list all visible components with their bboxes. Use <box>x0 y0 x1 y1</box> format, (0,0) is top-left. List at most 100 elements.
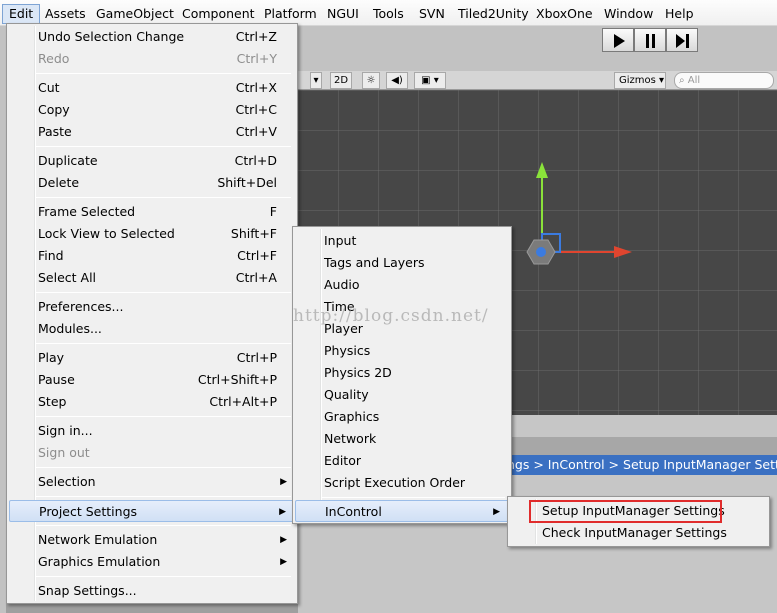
menu-item-input[interactable]: Input <box>295 230 509 252</box>
menu-item-graphics[interactable]: Graphics <box>295 406 509 428</box>
redo-label: Redo <box>38 51 70 66</box>
network-label: Network <box>324 431 377 446</box>
menu-item-frame-selected[interactable]: Frame Selected F <box>9 201 295 223</box>
effects-dropdown-icon[interactable]: ▣ ▾ <box>414 72 446 89</box>
menu-item-cut[interactable]: Cut Ctrl+X <box>9 77 295 99</box>
scene-toolbar: ▾ 2D ☼ ◀) ▣ ▾ Gizmos ▾ ⌕ All <box>298 71 777 90</box>
menu-item-network-emulation[interactable]: Network Emulation ▶ <box>9 529 295 551</box>
menu-item-preferences[interactable]: Preferences... <box>9 296 295 318</box>
select-all-label: Select All <box>38 270 97 285</box>
submenu-arrow-icon: ▶ <box>279 507 286 517</box>
menu-item-find[interactable]: Find Ctrl+F <box>9 245 295 267</box>
menu-item-check-inputmanager[interactable]: Check InputManager Settings <box>510 522 767 544</box>
lighting-toggle-icon[interactable]: ☼ <box>362 72 380 89</box>
menu-item-duplicate[interactable]: Duplicate Ctrl+D <box>9 150 295 172</box>
y-axis-arrow-icon <box>536 162 548 178</box>
editor-label: Editor <box>324 453 361 468</box>
submenu-arrow-icon: ▶ <box>493 507 500 517</box>
menu-item-network[interactable]: Network <box>295 428 509 450</box>
sign-in-label: Sign in... <box>38 423 93 438</box>
script-execution-order-label: Script Execution Order <box>324 475 466 490</box>
menu-separator <box>36 525 291 526</box>
menu-separator <box>36 292 291 293</box>
menu-edit[interactable]: Edit <box>2 4 41 24</box>
menu-item-sign-out[interactable]: Sign out <box>9 442 295 464</box>
menu-item-play[interactable]: Play Ctrl+P <box>9 347 295 369</box>
audio-toggle-icon[interactable]: ◀) <box>386 72 408 89</box>
menu-item-sign-in[interactable]: Sign in... <box>9 420 295 442</box>
step-shortcut: Ctrl+Alt+P <box>209 394 277 409</box>
menu-help[interactable]: Help <box>659 4 700 24</box>
menu-item-delete[interactable]: Delete Shift+Del <box>9 172 295 194</box>
menu-item-physics-2d[interactable]: Physics 2D <box>295 362 509 384</box>
project-settings-menu: Input Tags and Layers Audio Time Player … <box>292 226 512 524</box>
snap-settings-label: Snap Settings... <box>38 583 137 598</box>
menu-separator <box>322 497 505 498</box>
network-emulation-label: Network Emulation <box>38 532 158 547</box>
menu-separator <box>36 496 291 497</box>
submenu-arrow-icon: ▶ <box>280 557 287 567</box>
play-button[interactable] <box>602 28 634 52</box>
menu-assets[interactable]: Assets <box>39 4 92 24</box>
graphics-label: Graphics <box>324 409 380 424</box>
menu-item-snap-settings[interactable]: Snap Settings... <box>9 580 295 602</box>
scene-search-input[interactable]: ⌕ All <box>674 72 774 89</box>
menu-separator <box>36 467 291 468</box>
menu-item-step[interactable]: Step Ctrl+Alt+P <box>9 391 295 413</box>
play-icon <box>614 34 625 48</box>
menu-item-audio[interactable]: Audio <box>295 274 509 296</box>
menu-platform[interactable]: Platform <box>258 4 323 24</box>
preferences-label: Preferences... <box>38 299 124 314</box>
menu-item-tags-and-layers[interactable]: Tags and Layers <box>295 252 509 274</box>
menu-xboxone[interactable]: XboxOne <box>530 4 599 24</box>
graphics-emulation-label: Graphics Emulation <box>38 554 161 569</box>
gizmos-dropdown[interactable]: Gizmos ▾ <box>614 72 666 89</box>
menu-item-lock-view[interactable]: Lock View to Selected Shift+F <box>9 223 295 245</box>
delete-shortcut: Shift+Del <box>217 175 277 190</box>
select-all-shortcut: Ctrl+A <box>235 270 277 285</box>
menu-item-physics[interactable]: Physics <box>295 340 509 362</box>
audio-label: Audio <box>324 277 360 292</box>
menu-item-paste[interactable]: Paste Ctrl+V <box>9 121 295 143</box>
shading-dropdown-arrow[interactable]: ▾ <box>310 72 322 89</box>
copy-shortcut: Ctrl+C <box>235 102 277 117</box>
frame-selected-shortcut: F <box>269 204 277 219</box>
menu-separator <box>36 343 291 344</box>
menu-item-quality[interactable]: Quality <box>295 384 509 406</box>
physics-label: Physics <box>324 343 371 358</box>
menu-item-modules[interactable]: Modules... <box>9 318 295 340</box>
menu-tools[interactable]: Tools <box>367 4 410 24</box>
undo-shortcut: Ctrl+Z <box>235 29 277 44</box>
menu-svn[interactable]: SVN <box>413 4 451 24</box>
menu-item-pause[interactable]: Pause Ctrl+Shift+P <box>9 369 295 391</box>
mode-2d-toggle[interactable]: 2D <box>330 72 352 89</box>
step-button[interactable] <box>666 28 698 52</box>
step-label: Step <box>38 394 67 409</box>
menu-item-redo[interactable]: Redo Ctrl+Y <box>9 48 295 70</box>
menu-item-selection[interactable]: Selection ▶ <box>9 471 295 493</box>
menu-separator <box>36 416 291 417</box>
menu-item-project-settings[interactable]: Project Settings ▶ <box>9 500 295 522</box>
menu-tiled2unity[interactable]: Tiled2Unity <box>452 4 535 24</box>
menu-item-copy[interactable]: Copy Ctrl+C <box>9 99 295 121</box>
menu-component[interactable]: Component <box>176 4 261 24</box>
play-shortcut: Ctrl+P <box>236 350 277 365</box>
paste-label: Paste <box>38 124 72 139</box>
pause-button[interactable] <box>634 28 666 52</box>
edit-menu: Undo Selection Change Ctrl+Z Redo Ctrl+Y C… <box>6 23 298 604</box>
menu-gameobject[interactable]: GameObject <box>90 4 180 24</box>
menu-item-select-all[interactable]: Select All Ctrl+A <box>9 267 295 289</box>
menu-ngui[interactable]: NGUI <box>321 4 365 24</box>
menu-item-editor[interactable]: Editor <box>295 450 509 472</box>
menu-item-incontrol[interactable]: InControl ▶ <box>295 500 509 522</box>
undo-label: Undo Selection Change <box>38 29 185 44</box>
menu-item-undo[interactable]: Undo Selection Change Ctrl+Z <box>9 26 295 48</box>
tags-and-layers-label: Tags and Layers <box>324 255 425 270</box>
menu-item-script-execution-order[interactable]: Script Execution Order <box>295 472 509 494</box>
cut-shortcut: Ctrl+X <box>235 80 277 95</box>
paste-shortcut: Ctrl+V <box>235 124 277 139</box>
menu-item-graphics-emulation[interactable]: Graphics Emulation ▶ <box>9 551 295 573</box>
physics-2d-label: Physics 2D <box>324 365 392 380</box>
search-placeholder: All <box>687 75 701 86</box>
menu-window[interactable]: Window <box>598 4 659 24</box>
